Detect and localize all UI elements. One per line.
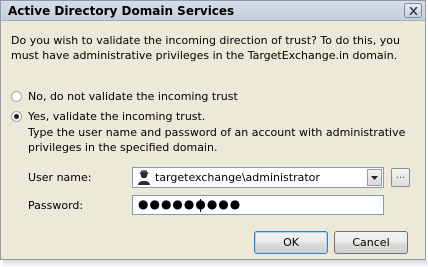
radio-no-validate[interactable]: No, do not validate the incoming trust	[11, 90, 238, 103]
radio-validate[interactable]: Yes, validate the incoming trust.	[11, 110, 205, 123]
window-shadow	[3, 260, 428, 267]
password-field[interactable]: ●●●●●●●●●	[132, 195, 384, 215]
dropdown-button[interactable]	[367, 169, 382, 186]
radio-no-validate-button[interactable]	[11, 91, 22, 102]
window-title: Active Directory Domain Services	[8, 4, 235, 18]
radio-validate-label[interactable]: Yes, validate the incoming trust.	[28, 110, 205, 123]
chevron-down-icon	[371, 176, 378, 180]
close-icon	[409, 7, 418, 15]
user-icon	[136, 170, 152, 188]
radio-no-validate-label[interactable]: No, do not validate the incoming trust	[28, 90, 238, 103]
cancel-button[interactable]: Cancel	[334, 231, 408, 254]
dialog-window: Active Directory Domain Services Do you …	[0, 0, 426, 260]
dialog-body: Do you wish to validate the incoming dir…	[1, 21, 425, 259]
radio-validate-button[interactable]	[11, 111, 22, 122]
question-text: Do you wish to validate the incoming dir…	[11, 34, 400, 62]
credentials-hint: Type the user name and password of an ac…	[28, 126, 406, 154]
title-bar[interactable]: Active Directory Domain Services	[1, 1, 425, 21]
ok-button[interactable]: OK	[254, 231, 328, 254]
browse-button[interactable]: ...	[391, 168, 410, 187]
username-combobox[interactable]: targetexchange\administrator	[132, 167, 384, 188]
password-label: Password:	[28, 199, 84, 212]
password-value[interactable]: ●●●●●●●●●	[138, 197, 241, 211]
text-caret	[200, 199, 201, 212]
username-value[interactable]: targetexchange\administrator	[155, 171, 320, 184]
close-button[interactable]	[404, 3, 422, 18]
username-label: User name:	[28, 171, 92, 184]
